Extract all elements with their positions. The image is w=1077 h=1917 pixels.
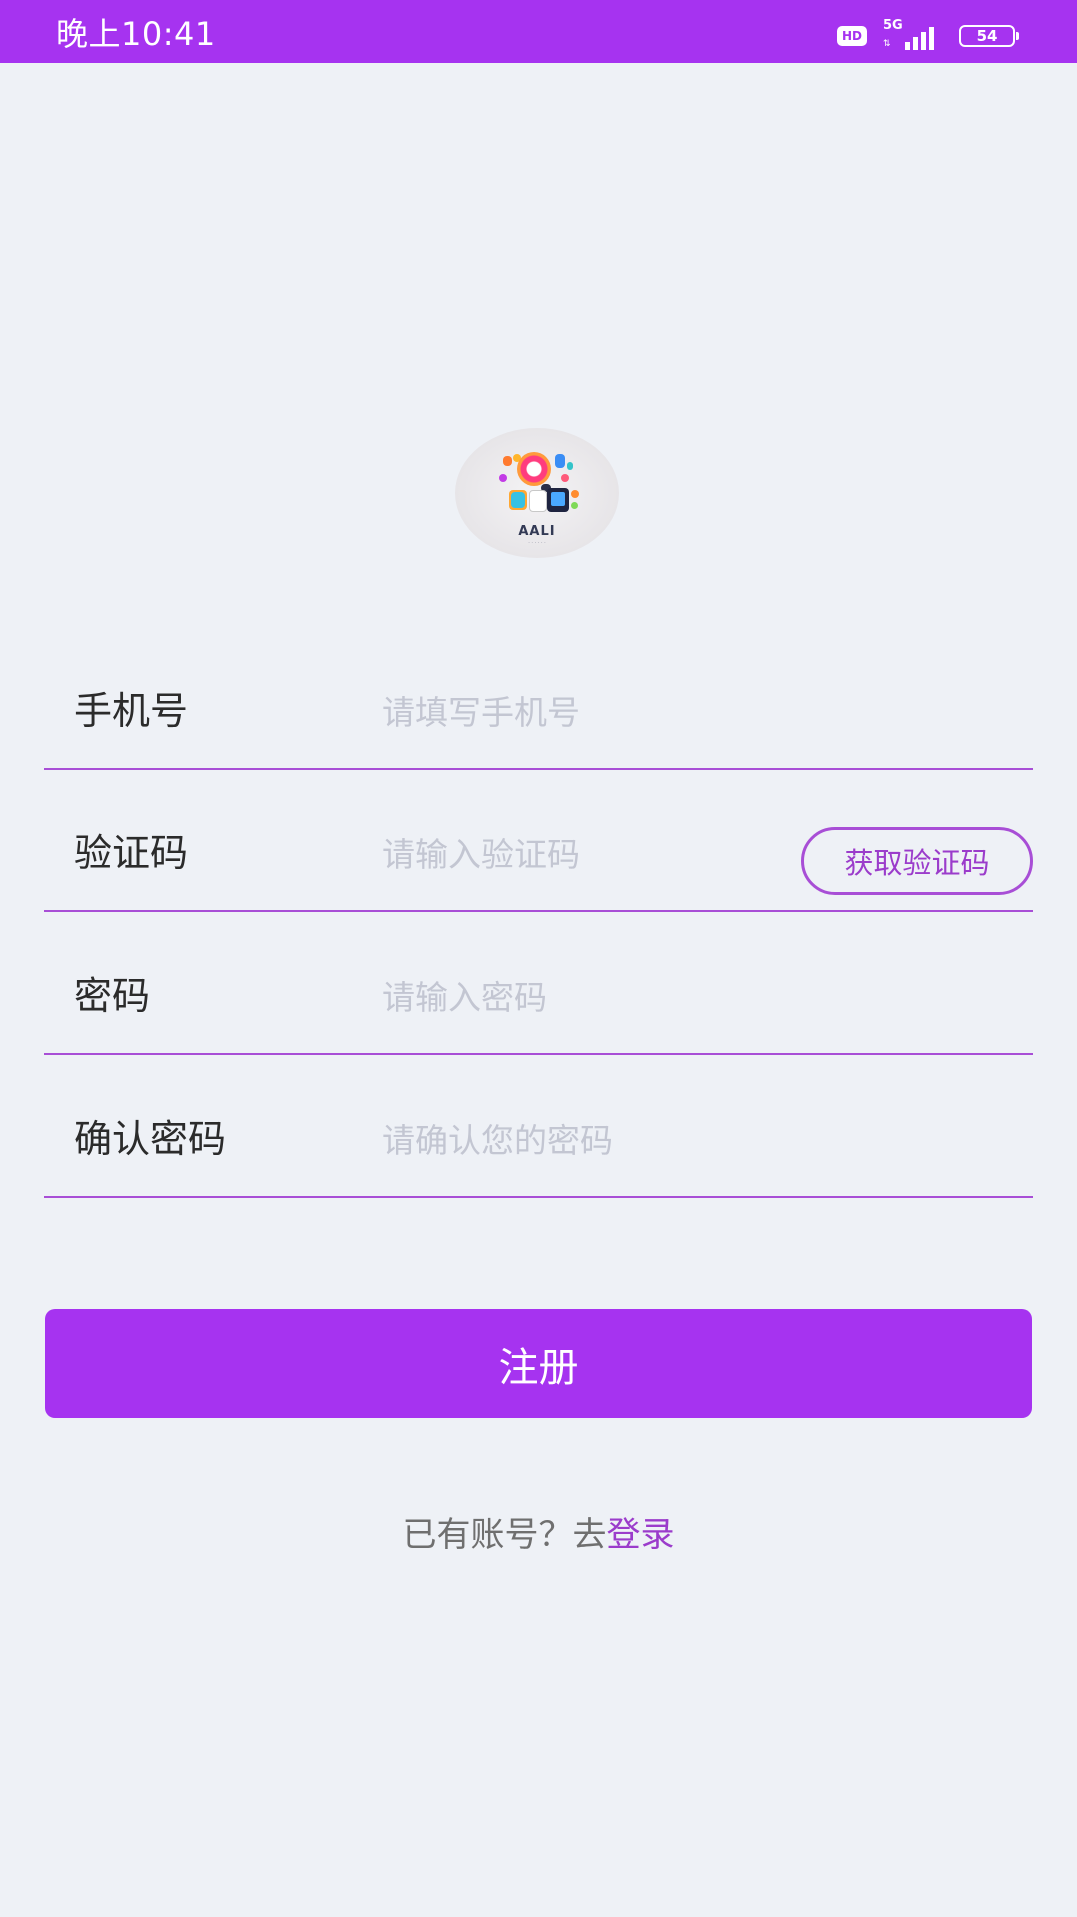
- signal-icon: 5G ⇅: [883, 18, 945, 50]
- status-time: 晚上10:41: [56, 15, 216, 53]
- register-button[interactable]: 注册: [45, 1309, 1032, 1418]
- logo-ring-icon: [517, 452, 551, 486]
- status-bar: 晚上10:41 HD 5G ⇅ 54: [0, 0, 1077, 63]
- password-label: 密码: [74, 974, 151, 1018]
- code-row: 验证码 获取验证码: [44, 800, 1033, 912]
- phone-input[interactable]: [382, 684, 802, 740]
- phone-label: 手机号: [74, 689, 189, 733]
- login-prompt: 已有账号？去登录: [0, 1507, 1077, 1556]
- battery-icon: 54: [959, 25, 1019, 47]
- code-label: 验证码: [74, 831, 189, 875]
- password-input[interactable]: [382, 969, 802, 1025]
- signal-bars-icon: [905, 27, 937, 50]
- confirm-password-row: 确认密码: [44, 1086, 1033, 1198]
- data-arrows-icon: ⇅: [883, 39, 891, 49]
- status-icons: HD 5G ⇅ 54: [837, 18, 1019, 50]
- confirm-password-input[interactable]: [382, 1112, 802, 1168]
- login-link[interactable]: 登录: [607, 1515, 675, 1555]
- app-logo: AALI · · · · · ·: [455, 428, 619, 558]
- network-type-label: 5G: [883, 18, 903, 33]
- login-prompt-text: 已有账号？去: [402, 1515, 607, 1555]
- battery-level: 54: [976, 27, 998, 45]
- logo-subtext: · · · · · ·: [528, 540, 546, 546]
- hd-icon: HD: [837, 26, 867, 46]
- get-code-button[interactable]: 获取验证码: [801, 827, 1033, 895]
- password-row: 密码: [44, 943, 1033, 1055]
- code-input[interactable]: [382, 826, 782, 882]
- confirm-password-label: 确认密码: [74, 1117, 227, 1161]
- logo-text: AALI: [518, 524, 556, 539]
- phone-row: 手机号: [44, 658, 1033, 770]
